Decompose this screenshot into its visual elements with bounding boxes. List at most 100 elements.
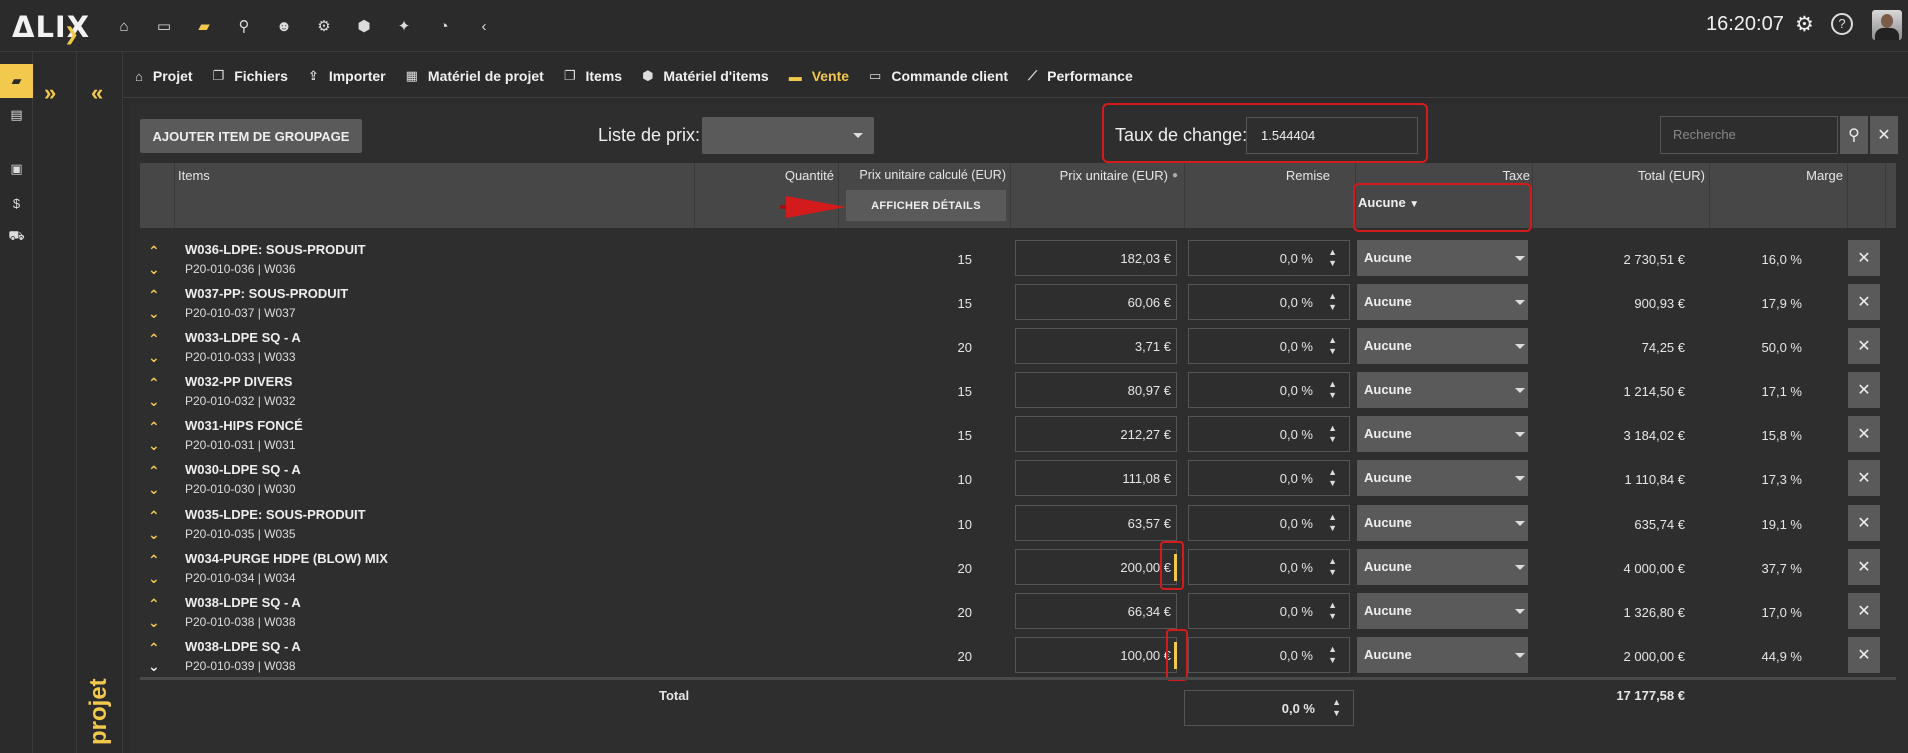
info-icon[interactable]: ● xyxy=(1172,170,1178,181)
dollar-icon[interactable]: $ xyxy=(0,186,33,220)
tab-commande-client[interactable]: ▭ Commande client xyxy=(869,68,1008,84)
move-down-icon[interactable]: ⌄ xyxy=(148,438,160,452)
search-input[interactable]: Recherche xyxy=(1660,116,1838,154)
tab-materiel-items[interactable]: ⬢ Matériel d'items xyxy=(642,68,769,84)
search-icon[interactable]: ⚲ xyxy=(1840,116,1868,154)
unit-price-input[interactable]: 80,97 € xyxy=(1015,372,1177,408)
total-discount-input[interactable]: 0,0 % ▲ ▼ xyxy=(1184,690,1354,726)
discount-input[interactable]: 0,0 % ▲ ▼ xyxy=(1188,460,1350,496)
spinner-icon[interactable]: ▲ ▼ xyxy=(1328,379,1337,401)
move-down-icon[interactable]: ⌄ xyxy=(148,350,160,364)
discount-input[interactable]: 0,0 % ▲ ▼ xyxy=(1188,637,1350,673)
move-down-icon[interactable]: ⌄ xyxy=(148,394,160,408)
discount-input[interactable]: 0,0 % ▲ ▼ xyxy=(1188,372,1350,408)
move-up-icon[interactable]: ⌃ xyxy=(148,244,160,258)
unit-price-input[interactable]: 212,27 € xyxy=(1015,416,1177,452)
gears-icon[interactable]: ⚙ xyxy=(304,14,344,38)
header-unit-price[interactable]: Prix unitaire (EUR) xyxy=(1018,168,1168,183)
move-up-icon[interactable]: ⌃ xyxy=(148,464,160,478)
header-qty[interactable]: Quantité xyxy=(776,168,834,183)
unit-price-input[interactable]: 182,03 € xyxy=(1015,240,1177,276)
discount-input[interactable]: 0,0 % ▲ ▼ xyxy=(1188,240,1350,276)
tax-bulk-select[interactable]: Aucune ▼ xyxy=(1358,195,1419,210)
gauge-icon[interactable]: ◔ xyxy=(424,14,464,38)
tax-select[interactable]: Aucune xyxy=(1357,416,1528,452)
delete-row-button[interactable]: ✕ xyxy=(1848,328,1880,364)
tax-select[interactable]: Aucune xyxy=(1357,240,1528,276)
delete-row-button[interactable]: ✕ xyxy=(1848,240,1880,276)
chevron-left-icon[interactable]: ‹ xyxy=(464,14,504,38)
delete-row-button[interactable]: ✕ xyxy=(1848,372,1880,408)
spinner-icon[interactable]: ▲ ▼ xyxy=(1332,697,1341,719)
tool-icon[interactable]: ⚲ xyxy=(224,14,264,38)
exchange-rate-input[interactable]: 1.544404 xyxy=(1246,117,1418,154)
delete-row-button[interactable]: ✕ xyxy=(1848,593,1880,629)
spinner-icon[interactable]: ▲ ▼ xyxy=(1328,335,1337,357)
discount-input[interactable]: 0,0 % ▲ ▼ xyxy=(1188,593,1350,629)
tax-select[interactable]: Aucune xyxy=(1357,637,1528,673)
move-up-icon[interactable]: ⌃ xyxy=(148,376,160,390)
spinner-icon[interactable]: ▲ ▼ xyxy=(1328,291,1337,313)
header-discount[interactable]: Remise xyxy=(1240,168,1330,183)
delete-row-button[interactable]: ✕ xyxy=(1848,284,1880,320)
monitor-icon[interactable]: ▭ xyxy=(144,14,184,38)
spinner-icon[interactable]: ▲ ▼ xyxy=(1328,556,1337,578)
move-down-icon[interactable]: ⌄ xyxy=(148,262,160,276)
document-icon[interactable]: ▤ xyxy=(0,98,33,132)
tax-select[interactable]: Aucune xyxy=(1357,460,1528,496)
move-down-icon[interactable]: ⌄ xyxy=(148,659,160,673)
tab-items[interactable]: ❐ Items xyxy=(564,68,622,84)
move-down-icon[interactable]: ⌄ xyxy=(148,615,160,629)
delete-row-button[interactable]: ✕ xyxy=(1848,505,1880,541)
folder-icon[interactable]: ▰ xyxy=(184,14,224,38)
move-down-icon[interactable]: ⌄ xyxy=(148,571,160,585)
spinner-icon[interactable]: ▲ ▼ xyxy=(1328,247,1337,269)
tax-select[interactable]: Aucune xyxy=(1357,328,1528,364)
header-tax[interactable]: Taxe xyxy=(1440,168,1530,183)
collapse-chevrons-icon[interactable]: « xyxy=(91,80,103,106)
header-margin[interactable]: Marge xyxy=(1740,168,1843,183)
tax-select[interactable]: Aucune xyxy=(1357,593,1528,629)
move-up-icon[interactable]: ⌃ xyxy=(148,332,160,346)
unit-price-input[interactable]: 100,00 € xyxy=(1015,637,1177,673)
header-calc-price[interactable]: Prix unitaire calculé (EUR) xyxy=(848,168,1006,182)
tax-select[interactable]: Aucune xyxy=(1357,549,1528,585)
box-icon[interactable]: ▣ xyxy=(0,152,33,186)
tax-select[interactable]: Aucune xyxy=(1357,284,1528,320)
help-icon[interactable]: ? xyxy=(1831,13,1853,35)
user-avatar[interactable] xyxy=(1872,10,1902,40)
spinner-icon[interactable]: ▲ ▼ xyxy=(1328,423,1337,445)
magic-wand-icon[interactable]: ✦ xyxy=(384,14,424,38)
users-icon[interactable]: ☻ xyxy=(264,14,304,38)
unit-price-input[interactable]: 63,57 € xyxy=(1015,505,1177,541)
move-down-icon[interactable]: ⌄ xyxy=(148,527,160,541)
spinner-icon[interactable]: ▲ ▼ xyxy=(1328,644,1337,666)
unit-price-input[interactable]: 111,08 € xyxy=(1015,460,1177,496)
move-up-icon[interactable]: ⌃ xyxy=(148,420,160,434)
show-details-button[interactable]: AFFICHER DÉTAILS xyxy=(846,190,1006,221)
move-up-icon[interactable]: ⌃ xyxy=(148,597,160,611)
tax-select[interactable]: Aucune xyxy=(1357,372,1528,408)
settings-gear-icon[interactable]: ⚙ xyxy=(1795,12,1814,37)
delete-row-button[interactable]: ✕ xyxy=(1848,460,1880,496)
tab-performance[interactable]: ⟋ Performance xyxy=(1028,68,1133,84)
tab-vente[interactable]: ▬ Vente xyxy=(789,68,849,84)
delete-row-button[interactable]: ✕ xyxy=(1848,637,1880,673)
discount-input[interactable]: 0,0 % ▲ ▼ xyxy=(1188,416,1350,452)
add-group-item-button[interactable]: AJOUTER ITEM DE GROUPAGE xyxy=(140,119,362,153)
tab-fichiers[interactable]: ❐ Fichiers xyxy=(213,68,288,84)
move-down-icon[interactable]: ⌄ xyxy=(148,482,160,496)
discount-input[interactable]: 0,0 % ▲ ▼ xyxy=(1188,549,1350,585)
folder-open-icon[interactable]: ▰ xyxy=(0,64,33,98)
app-logo[interactable]: ΔLIX ❯ xyxy=(12,10,90,45)
expand-chevrons-icon[interactable]: » xyxy=(44,80,56,106)
delete-row-button[interactable]: ✕ xyxy=(1848,416,1880,452)
move-up-icon[interactable]: ⌃ xyxy=(148,509,160,523)
spinner-icon[interactable]: ▲ ▼ xyxy=(1328,600,1337,622)
unit-price-input[interactable]: 200,00 € xyxy=(1015,549,1177,585)
home-icon[interactable]: ⌂ xyxy=(104,14,144,38)
discount-input[interactable]: 0,0 % ▲ ▼ xyxy=(1188,284,1350,320)
discount-input[interactable]: 0,0 % ▲ ▼ xyxy=(1188,328,1350,364)
header-total[interactable]: Total (EUR) xyxy=(1570,168,1705,183)
move-up-icon[interactable]: ⌃ xyxy=(148,641,160,655)
